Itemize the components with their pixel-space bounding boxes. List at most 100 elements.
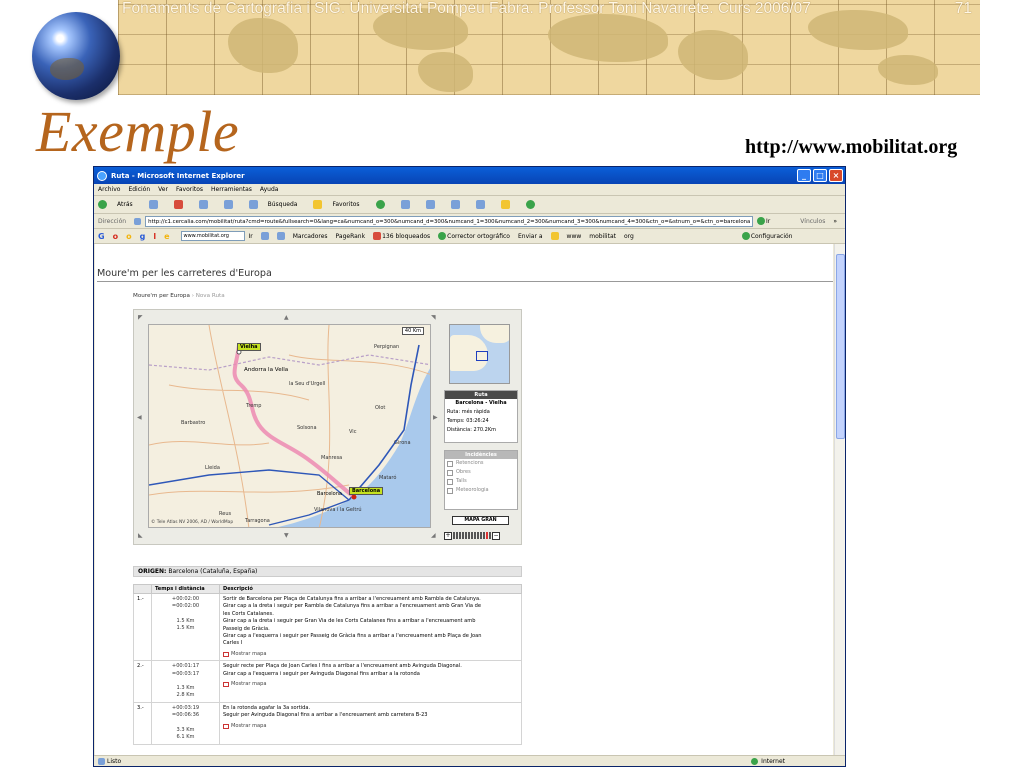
checkbox[interactable] — [447, 460, 453, 467]
zoom-out-button[interactable]: − — [492, 531, 500, 540]
menu-edicion[interactable]: Edición — [128, 186, 150, 193]
pan-sw-arrow-icon[interactable]: ◣ — [138, 532, 143, 539]
edit-button[interactable] — [450, 200, 468, 209]
print-button[interactable] — [425, 200, 443, 209]
history-button[interactable] — [375, 200, 393, 209]
pan-ne-arrow-icon[interactable]: ◥ — [431, 314, 436, 321]
step-distance-total: 1.5 Km — [176, 625, 195, 632]
settings-button[interactable]: Configuración — [751, 233, 793, 240]
google-go-button[interactable]: Ir — [249, 233, 253, 240]
zoom-level-tick[interactable] — [468, 532, 470, 539]
back-button[interactable]: Atrás — [98, 200, 141, 209]
zoom-slider[interactable] — [453, 532, 491, 539]
refresh-button[interactable] — [198, 200, 216, 209]
zoom-level-tick[interactable] — [483, 532, 485, 539]
edit-icon — [450, 200, 460, 209]
back-label: Atrás — [117, 201, 133, 208]
zoom-level-tick[interactable] — [477, 532, 479, 539]
favorites-button[interactable]: Favoritos — [313, 200, 367, 209]
incident-label: Talls — [456, 478, 467, 484]
incident-option-meteorologia[interactable]: Meteorologia — [445, 486, 517, 495]
links-label[interactable]: Vínculos — [800, 218, 825, 225]
google-search-icon[interactable] — [260, 232, 269, 240]
messenger-button[interactable] — [525, 200, 543, 209]
zoom-level-tick[interactable] — [459, 532, 461, 539]
step-time-total: =00:06:36 — [171, 712, 200, 719]
stop-button[interactable] — [173, 200, 191, 209]
zoom-level-tick[interactable] — [453, 532, 455, 539]
menu-archivo[interactable]: Archivo — [98, 186, 120, 193]
save-button[interactable] — [475, 200, 493, 209]
forward-button[interactable] — [148, 200, 166, 209]
menu-herramientas[interactable]: Herramientas — [211, 186, 252, 193]
pan-nw-arrow-icon[interactable]: ◤ — [138, 314, 143, 321]
incident-option-obres[interactable]: Obres — [445, 468, 517, 477]
route-map[interactable]: Vielha Barcelona Andorra la Vella Perpig… — [148, 324, 431, 528]
zoom-level-tick[interactable] — [474, 532, 476, 539]
menu-ver[interactable]: Ver — [158, 186, 168, 193]
checkbox[interactable] — [447, 478, 453, 485]
step-description-line: Seguir per Avinguda Diagonal fins a arri… — [223, 712, 428, 719]
pan-up-arrow-icon[interactable]: ▲ — [284, 314, 289, 321]
scrollbar-thumb[interactable] — [836, 254, 845, 439]
menu-ayuda[interactable]: Ayuda — [260, 186, 279, 193]
step-description: Seguir recte per Plaça de Joan Carles I … — [219, 660, 522, 703]
title-divider — [97, 281, 833, 282]
spellcheck-button[interactable]: Corrector ortográfico — [447, 233, 510, 240]
zoom-level-tick[interactable] — [462, 532, 464, 539]
pan-right-arrow-icon[interactable]: ▶ — [433, 414, 438, 421]
highlight-www-button[interactable]: www — [567, 233, 582, 240]
minimize-button[interactable]: _ — [797, 169, 811, 182]
zoom-level-tick[interactable] — [465, 532, 467, 539]
highlight-icon[interactable] — [550, 232, 559, 240]
big-map-button[interactable]: MAPA GRAN — [452, 516, 509, 525]
show-map-link[interactable]: Mostrar mapa — [223, 723, 518, 730]
checkbox[interactable] — [447, 469, 453, 476]
mail-button[interactable] — [400, 200, 418, 209]
send-to-button[interactable]: Enviar a — [518, 233, 543, 240]
breadcrumb-home-link[interactable]: Moure'm per Europa — [133, 293, 190, 299]
search-button[interactable]: Búsqueda — [248, 200, 306, 209]
home-button[interactable] — [223, 200, 241, 209]
zoom-in-button[interactable]: + — [444, 531, 452, 540]
pan-down-arrow-icon[interactable]: ▼ — [284, 532, 289, 539]
settings-icon — [741, 232, 750, 240]
google-search-input[interactable]: www.mobilitat.org — [180, 231, 245, 241]
show-map-link[interactable]: Mostrar mapa — [223, 651, 518, 658]
map-label-girona: Girona — [394, 440, 411, 446]
zoom-level-tick[interactable] — [471, 532, 473, 539]
origin-bar: ORIGEN: Barcelona (Cataluña, España) — [133, 566, 522, 577]
zoom-level-tick[interactable] — [456, 532, 458, 539]
step-description-line: Carles I — [223, 640, 243, 647]
step-distance-total: 6.1 Km — [176, 734, 195, 741]
bookmarks-button[interactable]: Marcadores — [293, 233, 328, 240]
overview-map[interactable] — [449, 324, 510, 384]
pan-se-arrow-icon[interactable]: ◢ — [431, 532, 436, 539]
maximize-button[interactable]: □ — [813, 169, 827, 182]
checkbox[interactable] — [447, 487, 453, 494]
overview-viewport-box[interactable] — [476, 351, 488, 361]
pan-left-arrow-icon[interactable]: ◀ — [137, 414, 142, 421]
page-done-icon — [98, 757, 105, 765]
map-pin-vielha: Vielha — [237, 343, 261, 351]
route-name: Barcelona - Vielha — [455, 400, 507, 406]
incident-option-retencions[interactable]: Retencions — [445, 459, 517, 468]
highlight-org-button[interactable]: org — [624, 233, 634, 240]
show-map-link[interactable]: Mostrar mapa — [223, 681, 518, 688]
highlight-mobilitat-button[interactable]: mobilitat — [589, 233, 616, 240]
pagerank-toggle-icon[interactable] — [276, 232, 285, 240]
chevron-right-icon[interactable]: » — [833, 218, 837, 225]
go-button[interactable]: Ir — [766, 218, 770, 225]
folder-button[interactable] — [500, 200, 518, 209]
show-map-label: Mostrar mapa — [231, 650, 267, 657]
popups-blocked-button[interactable]: 136 bloqueados — [382, 233, 430, 240]
incident-option-talls[interactable]: Talls — [445, 477, 517, 486]
address-input[interactable]: http://c1.cercalia.com/mobilitat/ruta?cm… — [145, 215, 753, 227]
menu-favoritos[interactable]: Favoritos — [176, 186, 203, 193]
zoom-level-tick[interactable] — [489, 532, 491, 539]
zoom-level-tick[interactable] — [486, 532, 488, 539]
zoom-level-tick[interactable] — [480, 532, 482, 539]
map-label-vic: Vic — [349, 429, 357, 435]
close-button[interactable]: × — [829, 169, 843, 182]
vertical-scrollbar[interactable] — [834, 244, 845, 757]
